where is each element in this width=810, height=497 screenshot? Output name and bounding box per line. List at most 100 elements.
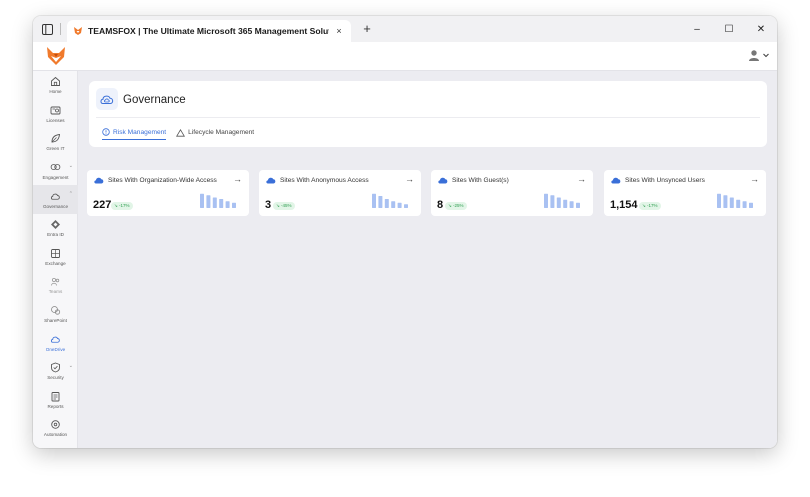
- sidebar-item-licenses[interactable]: Licenses: [33, 100, 78, 129]
- governance-cloud-icon: [96, 88, 118, 110]
- chevron-down-icon: ⌄: [68, 362, 73, 369]
- stat-card-title: Sites With Guest(s): [452, 176, 509, 184]
- leaf-icon: [50, 133, 61, 144]
- trend-badge: ↘ -45%: [273, 202, 295, 210]
- sidebar-item-label: Licenses: [46, 117, 65, 123]
- sidebar-item-exchange[interactable]: Exchange: [33, 243, 78, 272]
- window-controls: – ☐ ✕: [681, 16, 777, 42]
- arrow-right-icon[interactable]: →: [233, 174, 242, 184]
- stat-card-value: 1,154: [610, 199, 638, 211]
- onedrive-cloud-icon: [438, 177, 448, 184]
- stat-card-value: 8: [437, 199, 444, 211]
- tab-risk-management[interactable]: Risk Management: [102, 128, 167, 140]
- mini-bar: [556, 197, 561, 208]
- sidebar-item-label: Reports: [47, 403, 64, 409]
- stat-card-title: Sites With Unsynced Users: [625, 176, 705, 184]
- mini-bar: [544, 193, 548, 208]
- arrow-right-icon[interactable]: →: [750, 174, 759, 184]
- subtabs: Risk Management Lifecycle Management: [102, 128, 264, 140]
- trend-badge: ↘ -17%: [639, 202, 661, 210]
- shield-icon: [102, 128, 110, 136]
- tab-bar: TEAMSFOX | The Ultimate Microsoft 365 Ma…: [33, 16, 777, 42]
- chevron-up-icon: ⌃: [68, 191, 73, 198]
- governance-icon: [50, 191, 61, 202]
- stat-card-value: 3: [265, 199, 272, 211]
- chevron-down-icon: [763, 53, 769, 58]
- mini-bar: [391, 201, 396, 208]
- onedrive-icon: [50, 334, 61, 345]
- sidebar-item-label: Exchange: [45, 260, 66, 266]
- sidebar-item-label: Entra ID: [47, 232, 64, 238]
- onedrive-cloud-icon: [266, 177, 276, 184]
- chevron-down-icon: ⌄: [68, 162, 73, 169]
- mini-bar: [723, 195, 728, 208]
- sidebar-item-label: Engagement: [42, 175, 69, 181]
- mini-bar-chart: [200, 193, 236, 208]
- stat-card-header: Sites With Guest(s): [437, 176, 509, 184]
- stat-card-unsynced-users[interactable]: Sites With Unsynced Users → 1,154 ↘ -17%: [604, 170, 766, 216]
- teamsfox-logo-icon[interactable]: [45, 45, 67, 67]
- mini-bar: [736, 199, 741, 208]
- stat-card-org-wide-access[interactable]: Sites With Organization-Wide Access → 22…: [87, 170, 249, 216]
- exchange-icon: [50, 248, 61, 259]
- onedrive-cloud-icon: [611, 177, 621, 184]
- mini-bar: [397, 202, 402, 208]
- sidebar-item-engagement[interactable]: ⌄ Engagement: [33, 157, 78, 186]
- trend-badge: ↘ -25%: [445, 202, 467, 210]
- sidebar-item-home[interactable]: Home: [33, 71, 78, 100]
- mini-bar: [219, 199, 224, 208]
- sidebar-item-label: Governance: [42, 203, 69, 209]
- browser-window: TEAMSFOX | The Ultimate Microsoft 365 Ma…: [33, 16, 777, 448]
- tab-close-icon[interactable]: ×: [333, 26, 345, 36]
- main-content: Governance Risk Management Lifecycle Man…: [78, 71, 777, 448]
- mini-bar: [232, 202, 236, 208]
- sidebar-item-governance[interactable]: ⌃ Governance: [33, 185, 78, 214]
- sidebar-item-label: OneDrive: [45, 346, 66, 352]
- page-title: Governance: [123, 94, 186, 106]
- mini-bar: [206, 195, 211, 208]
- mini-bar-chart: [544, 193, 580, 208]
- trend-badge: ↘ -17%: [111, 202, 133, 210]
- sidebar-item-entra-id[interactable]: Entra ID: [33, 214, 78, 243]
- entra-icon: [50, 219, 61, 230]
- mini-bar: [576, 202, 580, 208]
- sidebar-item-onedrive[interactable]: OneDrive: [33, 328, 78, 357]
- sidebar-item-teams[interactable]: Teams: [33, 271, 78, 300]
- stat-card-title: Sites With Anonymous Access: [280, 176, 369, 184]
- stat-card-guests[interactable]: Sites With Guest(s) → 8 ↘ -25%: [431, 170, 593, 216]
- mini-bar: [729, 197, 734, 208]
- tab-label: Lifecycle Management: [188, 129, 255, 136]
- sharepoint-icon: [50, 305, 61, 316]
- user-menu[interactable]: [748, 49, 770, 61]
- arrow-right-icon[interactable]: →: [405, 174, 414, 184]
- sidebar-item-label: Green IT: [46, 146, 65, 152]
- sidebar-item-security[interactable]: ⌄ Security: [33, 357, 78, 386]
- app-header: [33, 42, 777, 71]
- minimize-button[interactable]: –: [681, 24, 713, 35]
- reports-icon: [50, 391, 61, 402]
- mini-bar: [404, 204, 408, 208]
- stat-card-header: Sites With Anonymous Access: [265, 176, 369, 184]
- stat-card-anonymous-access[interactable]: Sites With Anonymous Access → 3 ↘ -45%: [259, 170, 421, 216]
- tab-title: TEAMSFOX | The Ultimate Microsoft 365 Ma…: [88, 26, 329, 36]
- mini-bar: [717, 193, 721, 208]
- mini-bar: [212, 197, 217, 208]
- tab-lifecycle-management[interactable]: Lifecycle Management: [176, 128, 254, 140]
- mini-bar: [749, 202, 753, 208]
- sidebar-item-reports[interactable]: Reports: [33, 386, 78, 415]
- browser-tab[interactable]: TEAMSFOX | The Ultimate Microsoft 365 Ma…: [67, 20, 351, 42]
- license-icon: [50, 105, 61, 116]
- mini-bar-chart: [372, 193, 408, 208]
- mini-bar: [550, 195, 555, 208]
- sidebar-item-green-it[interactable]: Green IT: [33, 128, 78, 157]
- mini-bar: [563, 199, 568, 208]
- maximize-button[interactable]: ☐: [713, 24, 745, 35]
- close-window-button[interactable]: ✕: [745, 24, 777, 35]
- sidebar-item-sharepoint[interactable]: SharePoint: [33, 300, 78, 329]
- arrow-right-icon[interactable]: →: [577, 174, 586, 184]
- mini-bar: [225, 201, 230, 208]
- sidebar-toggle-icon[interactable]: [40, 22, 54, 36]
- sidebar-item-label: Automation: [43, 432, 68, 438]
- new-tab-button[interactable]: +: [360, 22, 374, 36]
- sidebar-item-automation[interactable]: Automation: [33, 414, 78, 443]
